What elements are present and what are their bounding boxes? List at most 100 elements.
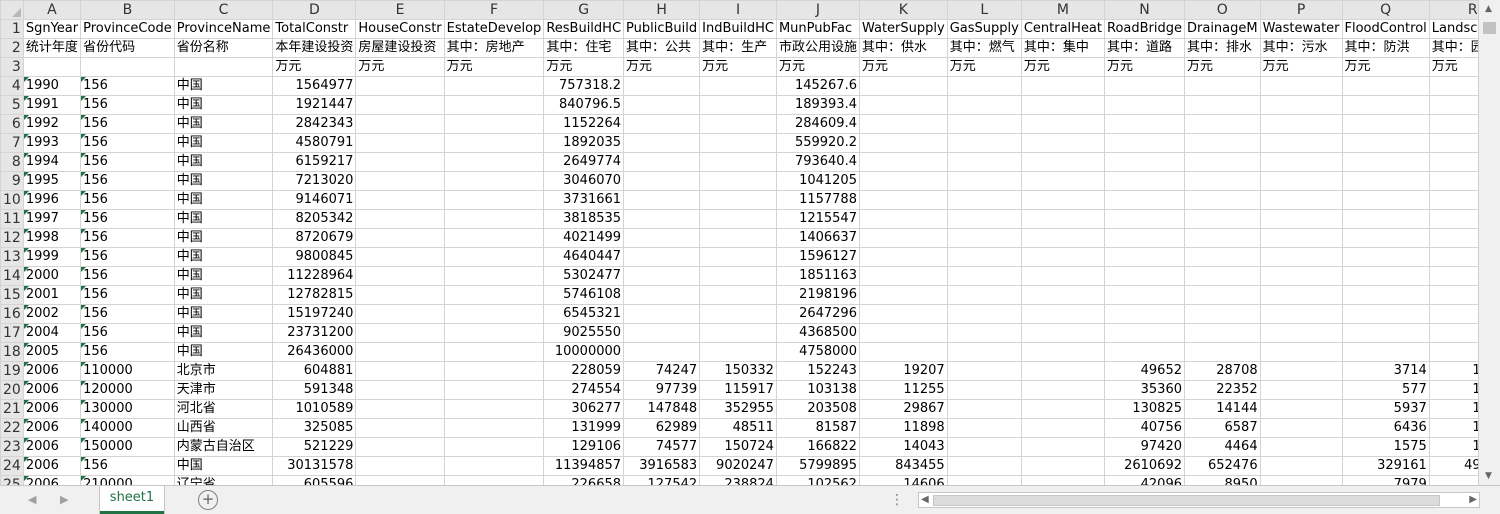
cell[interactable]: 97420 — [1104, 437, 1185, 457]
column-header-k[interactable]: K — [858, 0, 948, 20]
cell[interactable] — [623, 76, 701, 96]
cell[interactable] — [1428, 133, 1478, 153]
cell[interactable] — [699, 304, 777, 324]
cell[interactable]: ResBuildHC — [543, 19, 625, 39]
column-header-n[interactable]: N — [1104, 0, 1185, 20]
cell[interactable]: 10687 — [1428, 380, 1478, 400]
cell[interactable] — [623, 247, 701, 267]
cell[interactable]: 11394857 — [543, 456, 625, 476]
cell[interactable]: 3916583 — [623, 456, 701, 476]
cell[interactable]: 4464 — [1184, 437, 1261, 457]
cell[interactable] — [355, 95, 445, 115]
scroll-up-icon[interactable]: ▲ — [1485, 4, 1492, 14]
cell[interactable] — [355, 228, 445, 248]
cell[interactable]: 省份代码 — [80, 38, 175, 58]
cell[interactable]: 中国 — [173, 133, 274, 153]
cell[interactable]: 8720679 — [272, 228, 357, 248]
cell[interactable]: 其中：住宅 — [543, 38, 625, 58]
cell[interactable] — [946, 399, 1022, 419]
cell[interactable] — [443, 380, 545, 400]
cell[interactable] — [1020, 228, 1106, 248]
column-header-d[interactable]: D — [272, 0, 357, 20]
cell[interactable] — [946, 171, 1022, 191]
sheet-tab-sheet1[interactable]: sheet1 — [100, 486, 164, 514]
cell[interactable] — [1184, 209, 1261, 229]
cell[interactable]: 2006 — [22, 418, 82, 438]
cell[interactable] — [858, 95, 948, 115]
cell[interactable] — [1259, 266, 1343, 286]
cell[interactable] — [1104, 171, 1185, 191]
cell[interactable]: 14144 — [1184, 399, 1261, 419]
cell[interactable] — [946, 190, 1022, 210]
cell[interactable]: 10000000 — [543, 342, 625, 362]
cell[interactable] — [946, 418, 1022, 438]
cell[interactable] — [1020, 152, 1106, 172]
cell[interactable]: 156 — [80, 228, 175, 248]
cell[interactable] — [443, 114, 545, 134]
cell[interactable]: 其中：公共 — [623, 38, 701, 58]
cell[interactable]: MunPubFac — [775, 19, 860, 39]
cell[interactable] — [355, 418, 445, 438]
cell[interactable] — [623, 209, 701, 229]
row-header[interactable]: 15 — [0, 285, 24, 305]
cell[interactable]: 其中：房地产 — [443, 38, 545, 58]
cell[interactable]: 统计年度 — [22, 38, 82, 58]
cell[interactable] — [1428, 266, 1478, 286]
column-header-p[interactable]: P — [1259, 0, 1343, 20]
cell[interactable] — [1259, 95, 1343, 115]
cell[interactable]: 840796.5 — [543, 95, 625, 115]
cell[interactable]: 156 — [80, 247, 175, 267]
cell[interactable] — [1341, 171, 1430, 191]
cell[interactable]: 11228964 — [272, 266, 357, 286]
cell[interactable]: 793640.4 — [775, 152, 860, 172]
cell[interactable] — [80, 57, 175, 77]
cell[interactable] — [1259, 342, 1343, 362]
row-header[interactable]: 22 — [0, 418, 24, 438]
cell[interactable] — [1259, 133, 1343, 153]
cell[interactable] — [946, 475, 1022, 485]
cell[interactable]: 3818535 — [543, 209, 625, 229]
column-header-f[interactable]: F — [443, 0, 545, 20]
cell[interactable]: 中国 — [173, 171, 274, 191]
cell[interactable] — [443, 133, 545, 153]
cell[interactable] — [443, 475, 545, 485]
cell[interactable]: 12782815 — [272, 285, 357, 305]
cell[interactable]: 156 — [80, 304, 175, 324]
row-header[interactable]: 17 — [0, 323, 24, 343]
cell[interactable]: 2006 — [22, 456, 82, 476]
column-header-g[interactable]: G — [543, 0, 625, 20]
cell[interactable]: 166822 — [775, 437, 860, 457]
cell[interactable]: 284609.4 — [775, 114, 860, 134]
row-header[interactable]: 12 — [0, 228, 24, 248]
cell[interactable] — [858, 304, 948, 324]
cell[interactable] — [1184, 304, 1261, 324]
cell[interactable] — [1259, 456, 1343, 476]
cell[interactable] — [623, 152, 701, 172]
cell[interactable] — [443, 418, 545, 438]
column-header-o[interactable]: O — [1184, 0, 1261, 20]
cell[interactable]: 中国 — [173, 342, 274, 362]
cell[interactable] — [699, 209, 777, 229]
cell[interactable] — [946, 76, 1022, 96]
cell[interactable]: 4021499 — [543, 228, 625, 248]
cell[interactable] — [1341, 266, 1430, 286]
cell[interactable] — [355, 209, 445, 229]
cell[interactable]: 1041205 — [775, 171, 860, 191]
cell[interactable] — [443, 361, 545, 381]
cell[interactable] — [699, 342, 777, 362]
cell[interactable]: 2000 — [22, 266, 82, 286]
cell[interactable]: 228059 — [543, 361, 625, 381]
cell[interactable] — [1341, 152, 1430, 172]
cell[interactable]: 210000 — [80, 475, 175, 485]
cell[interactable] — [1259, 475, 1343, 485]
cell[interactable]: 2006 — [22, 399, 82, 419]
cell[interactable] — [173, 57, 274, 77]
cell[interactable] — [1104, 323, 1185, 343]
row-header[interactable]: 5 — [0, 95, 24, 115]
cell[interactable] — [1104, 266, 1185, 286]
cell[interactable]: 1575 — [1341, 437, 1430, 457]
cell[interactable]: 万元 — [1259, 57, 1343, 77]
row-header[interactable]: 20 — [0, 380, 24, 400]
cell[interactable] — [1020, 266, 1106, 286]
column-header-e[interactable]: E — [355, 0, 445, 20]
